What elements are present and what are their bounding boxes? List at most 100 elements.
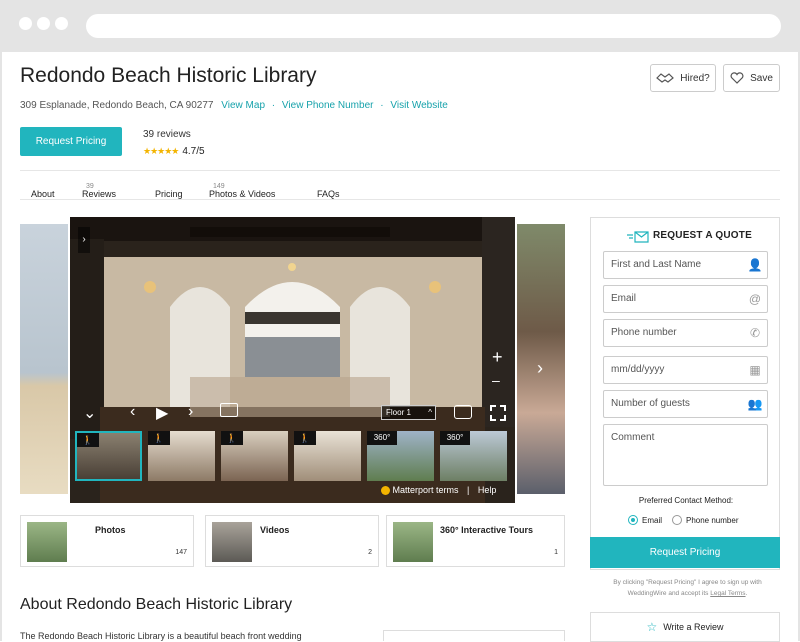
- about-heading: About Redondo Beach Historic Library: [20, 596, 293, 613]
- email-field[interactable]: Email @: [603, 285, 768, 313]
- virtual-tour-viewer[interactable]: › ⌄ ‹ ▶ › + – Floor 1 ^ 🚶 🚶 🚶 🚶 360° 360…: [70, 217, 515, 503]
- radio-label: Phone number: [686, 515, 739, 525]
- submit-request-pricing-button[interactable]: Request Pricing: [590, 537, 780, 568]
- dollhouse-view-icon[interactable]: [220, 403, 238, 417]
- phone-icon: ✆: [749, 326, 761, 340]
- tour-thumbnail[interactable]: 🚶: [148, 431, 215, 481]
- calendar-icon: ▦: [749, 363, 761, 377]
- comment-field[interactable]: Comment: [603, 424, 768, 486]
- card-count: 147: [175, 549, 187, 556]
- section-nav: About Reviews 39 Pricing Photos & Videos 1…: [20, 170, 780, 200]
- gallery-prev-photo[interactable]: [20, 224, 68, 494]
- zoom-in-icon[interactable]: +: [492, 347, 503, 368]
- person-icon: 👤: [747, 258, 763, 272]
- hired-label: Hired?: [680, 72, 710, 84]
- matterport-footer: Matterport terms | Help: [381, 485, 497, 496]
- request-pricing-button[interactable]: Request Pricing: [20, 127, 122, 156]
- tour-menu-toggle[interactable]: ›: [78, 227, 90, 253]
- about-text: The Redondo Beach Historic Library is a …: [20, 631, 302, 641]
- gallery-next-photo[interactable]: ›: [517, 224, 565, 494]
- tab-label: Pricing: [155, 189, 183, 199]
- separator-dot: ·: [380, 100, 384, 111]
- name-field[interactable]: First and Last Name 👤: [603, 251, 768, 279]
- quote-title: REQUEST A QUOTE: [653, 230, 752, 241]
- handshake-icon: [656, 73, 675, 83]
- chevron-down-icon[interactable]: ⌄: [83, 403, 96, 423]
- browser-chrome: [0, 0, 800, 52]
- tab-photos-videos[interactable]: Photos & Videos 149: [209, 180, 275, 199]
- write-review-button[interactable]: ☆ Write a Review: [590, 612, 780, 642]
- tab-label: Photos & Videos: [209, 189, 276, 199]
- field-placeholder: First and Last Name: [611, 259, 702, 270]
- terms-period: .: [745, 590, 748, 597]
- contact-email-radio[interactable]: Email: [628, 515, 662, 525]
- radio-selected-icon: [628, 515, 638, 525]
- floor-select[interactable]: Floor 1 ^: [381, 405, 436, 420]
- field-placeholder: Number of guests: [611, 398, 690, 409]
- photos-thumbnail: [27, 522, 67, 562]
- date-field[interactable]: mm/dd/yyyy ▦: [603, 356, 768, 384]
- page-title: Redondo Beach Historic Library: [20, 64, 317, 87]
- fullscreen-icon[interactable]: [490, 405, 506, 421]
- chevron-up-icon: ^: [428, 408, 432, 417]
- heart-icon: [730, 72, 744, 84]
- videos-thumbnail: [212, 522, 252, 562]
- walk-icon: 🚶: [221, 431, 243, 445]
- separator: |: [467, 485, 470, 495]
- field-placeholder: mm/dd/yyyy: [611, 364, 665, 375]
- star-rating-icon: ★★★★★: [143, 146, 179, 156]
- rating-value: 4.7/5: [182, 146, 205, 157]
- tab-label: FAQs: [317, 189, 340, 199]
- tour-thumbnail[interactable]: 360°: [440, 431, 507, 481]
- field-placeholder: Comment: [611, 432, 655, 443]
- contact-phone-radio[interactable]: Phone number: [672, 515, 738, 525]
- tour-prev-icon[interactable]: ‹: [130, 403, 135, 421]
- side-panel-box: [383, 630, 565, 641]
- view-phone-link[interactable]: View Phone Number: [282, 100, 374, 111]
- badge-360-icon: 360°: [367, 431, 397, 445]
- matterport-terms-link[interactable]: Matterport terms: [393, 485, 459, 495]
- card-title: Photos: [95, 525, 126, 535]
- vr-headset-icon[interactable]: [454, 405, 472, 419]
- window-dot-icon: [55, 17, 68, 30]
- hired-button[interactable]: Hired?: [650, 64, 716, 92]
- field-placeholder: Email: [611, 293, 637, 304]
- photos-card[interactable]: Photos 147: [20, 515, 194, 567]
- floor-select-value: Floor 1: [386, 408, 411, 417]
- venue-address-line: 309 Esplanade, Redondo Beach, CA 90277 V…: [20, 100, 448, 111]
- tour-thumbnail[interactable]: 🚶: [75, 431, 142, 481]
- guests-field[interactable]: Number of guests 👥: [603, 390, 768, 418]
- chevron-right-icon[interactable]: ›: [537, 358, 543, 379]
- terms-notice: By clicking "Request Pricing" I agree to…: [595, 577, 780, 599]
- tours-thumbnail: [393, 522, 433, 562]
- play-icon[interactable]: ▶: [156, 403, 168, 423]
- phone-field[interactable]: Phone number ✆: [603, 319, 768, 347]
- card-count: 1: [554, 549, 558, 556]
- legal-terms-link[interactable]: Legal Terms: [710, 590, 745, 597]
- videos-card[interactable]: Videos 2: [205, 515, 379, 567]
- field-placeholder: Phone number: [611, 327, 677, 338]
- reviews-count[interactable]: 39 reviews: [143, 129, 191, 140]
- tour-thumbnail-strip: 🚶 🚶 🚶 🚶 360° 360°: [75, 431, 511, 483]
- address-bar[interactable]: [86, 14, 781, 38]
- tour-thumbnail[interactable]: 🚶: [294, 431, 361, 481]
- card-count: 2: [368, 549, 372, 556]
- tab-label: Reviews: [82, 189, 117, 199]
- walk-icon: 🚶: [294, 431, 316, 445]
- save-button[interactable]: Save: [723, 64, 780, 92]
- envelope-icon: [627, 231, 649, 243]
- tour-thumbnail[interactable]: 360°: [367, 431, 434, 481]
- save-label: Save: [750, 72, 773, 84]
- tours-card[interactable]: 360° Interactive Tours 1: [386, 515, 565, 567]
- view-map-link[interactable]: View Map: [221, 100, 265, 111]
- help-link[interactable]: Help: [478, 485, 497, 495]
- preferred-contact-label: Preferred Contact Method:: [638, 496, 734, 505]
- zoom-out-icon[interactable]: –: [492, 372, 500, 388]
- tab-reviews[interactable]: Reviews 39: [82, 180, 116, 199]
- matterport-logo-icon: [381, 486, 390, 496]
- walk-icon: 🚶: [77, 433, 99, 447]
- tour-next-icon[interactable]: ›: [188, 403, 193, 421]
- tour-thumbnail[interactable]: 🚶: [221, 431, 288, 481]
- visit-website-link[interactable]: Visit Website: [390, 100, 447, 111]
- address-text: 309 Esplanade, Redondo Beach, CA 90277: [20, 100, 214, 111]
